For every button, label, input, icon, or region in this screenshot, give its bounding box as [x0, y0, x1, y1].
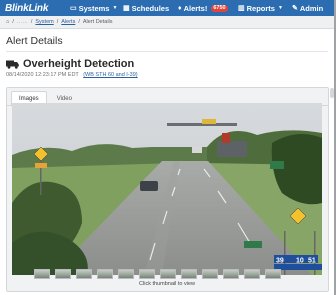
thumbnail[interactable] [34, 269, 50, 279]
nav-admin-label: Admin [299, 3, 324, 13]
breadcrumb-separator: / [78, 19, 80, 25]
thumbnail-strip [34, 269, 281, 279]
breadcrumb-ellipsis: …… [16, 19, 28, 25]
chevron-down-icon: ▼ [112, 5, 118, 11]
alert-heading: Overheight Detection [6, 58, 134, 70]
breadcrumb: ⌂ / …… / System / Alerts / Alert Details [0, 16, 334, 29]
breadcrumb-current: Alert Details [82, 19, 113, 25]
thumbnail[interactable] [244, 269, 260, 279]
thumbnail[interactable] [76, 269, 92, 279]
nav-admin[interactable]: ✎ Admin [292, 4, 323, 13]
truck-icon [6, 60, 19, 69]
thumbnail[interactable] [97, 269, 113, 279]
alert-meta: 08/14/2020 12:23:17 PM EDT (WB STH 60 an… [6, 72, 138, 78]
alert-timestamp: 08/14/2020 12:23:17 PM EDT [6, 72, 79, 78]
bar-chart-icon: ▥ [238, 5, 245, 12]
top-navbar: BlinkLink ▭ Systems ▼ ▦ Schedules ♦ Aler… [0, 0, 334, 16]
thumbnail[interactable] [265, 269, 281, 279]
route-10-label: 10 [296, 258, 304, 265]
nav-systems[interactable]: ▭ Systems ▼ [70, 4, 117, 13]
alert-image[interactable]: 39 10 51 [12, 103, 322, 275]
route-51-label: 51 [308, 258, 316, 265]
chevron-down-icon: ▼ [277, 5, 283, 11]
divider [6, 51, 328, 52]
breadcrumb-separator: / [56, 19, 59, 25]
calendar-icon: ▦ [123, 5, 130, 12]
app-window: BlinkLink ▭ Systems ▼ ▦ Schedules ♦ Aler… [0, 0, 334, 295]
media-panel: Images Video 39 10 51 [6, 87, 329, 292]
wrench-icon: ✎ [292, 5, 298, 12]
monitor-icon: ▭ [70, 5, 77, 12]
alert-location-link[interactable]: (WB STH 60 and I-39) [83, 72, 137, 78]
alert-title: Overheight Detection [23, 58, 135, 70]
thumbnail[interactable] [202, 269, 218, 279]
brand-logo[interactable]: BlinkLink [5, 3, 67, 14]
breadcrumb-separator: / [30, 19, 33, 25]
breadcrumb-alerts[interactable]: Alerts [61, 19, 75, 25]
nav-reports[interactable]: ▥ Reports ▼ [238, 4, 283, 13]
thumbnail[interactable] [181, 269, 197, 279]
nav-alerts[interactable]: ♦ Alerts! 6750 [178, 4, 228, 13]
thumbnail[interactable] [55, 269, 71, 279]
thumbnail[interactable] [223, 269, 239, 279]
nav-reports-label: Reports [246, 3, 275, 13]
breadcrumb-separator: / [12, 19, 14, 25]
nav-systems-label: Systems [78, 3, 110, 13]
thumbnail[interactable] [160, 269, 176, 279]
scrollbar-handle[interactable] [330, 88, 334, 98]
page-title: Alert Details [6, 35, 63, 47]
alerts-count-badge: 6750 [211, 4, 228, 12]
bell-icon: ♦ [178, 4, 182, 12]
home-icon[interactable]: ⌂ [6, 19, 9, 25]
nav-schedules-label: Schedules [131, 3, 170, 13]
route-39-label: 39 [276, 258, 284, 265]
thumbnail[interactable] [118, 269, 134, 279]
nav-alerts-label: Alerts! [183, 3, 208, 13]
thumbnail[interactable] [139, 269, 155, 279]
thumbnail-hint: Click thumbnail to view [139, 281, 195, 287]
nav-schedules[interactable]: ▦ Schedules [123, 4, 169, 13]
highway-scene-image: 39 10 51 [12, 103, 322, 275]
breadcrumb-system[interactable]: System [35, 19, 53, 25]
